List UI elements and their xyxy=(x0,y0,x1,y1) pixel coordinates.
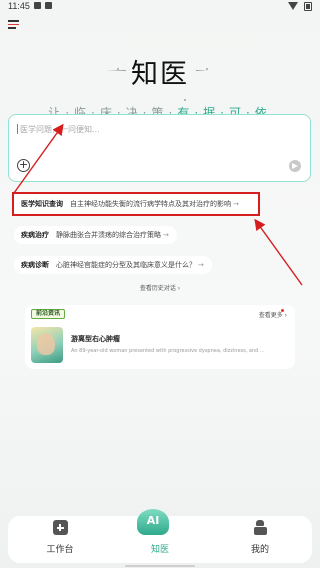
annotation-arrow-to-chip xyxy=(254,218,303,286)
annotation-arrows xyxy=(13,123,303,286)
profile-icon xyxy=(253,520,268,535)
ai-assistant-icon[interactable]: AI xyxy=(137,509,169,535)
nav-mine[interactable]: 我的 xyxy=(228,520,292,555)
nav-workbench[interactable]: 工作台 xyxy=(28,520,92,555)
nav-label: 知医 xyxy=(150,545,169,555)
home-indicator xyxy=(125,565,195,567)
nav-label: 工作台 xyxy=(46,545,74,555)
nav-label: 我的 xyxy=(250,545,269,555)
workbench-icon xyxy=(52,520,68,535)
annotation-arrow-to-input xyxy=(13,123,64,194)
